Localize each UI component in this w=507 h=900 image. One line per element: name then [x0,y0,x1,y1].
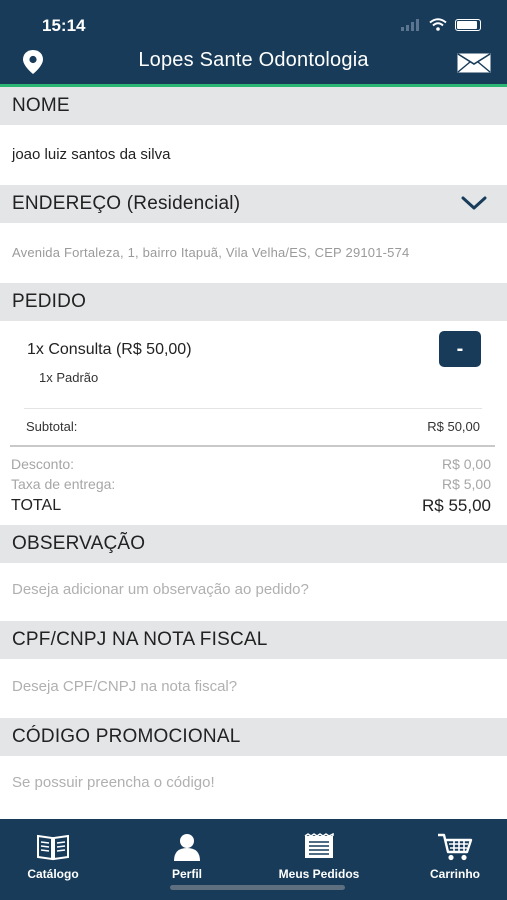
battery-icon [455,18,481,31]
home-indicator[interactable] [170,885,345,890]
status-time: 15:14 [42,16,86,35]
page-title: Lopes Sante Odontologia [138,49,369,71]
total-label: TOTAL [11,497,62,514]
section-header-endereco[interactable]: ENDEREÇO (Residencial) [0,185,507,223]
tab-perfil[interactable]: Perfil [132,833,242,881]
promo-code-input[interactable]: Se possuir preencha o código! [12,774,215,791]
envelope-icon[interactable] [457,53,491,78]
delivery-fee-value: R$ 5,00 [441,476,491,492]
tab-catalogo[interactable]: Catálogo [0,833,108,881]
divider [10,445,495,447]
user-icon [174,834,200,861]
receipt-icon [304,833,334,858]
tab-label: Perfil [171,867,202,881]
section-header-promo: CÓDIGO PROMOCIONAL [0,718,507,756]
subtotal-label: Subtotal: [26,419,78,434]
order-item-option: 1x Padrão [39,370,99,385]
section-header-observacao: OBSERVAÇÃO [0,525,507,563]
total-value: R$ 55,00 [422,496,491,515]
tab-label: Carrinho [429,867,480,881]
tab-label: Catálogo [27,867,79,881]
delivery-fee-label: Taxa de entrega: [11,476,116,492]
address-value: Avenida Fortaleza, 1, bairro Itapuã, Vil… [12,245,410,260]
section-header-nome: NOME [0,87,507,125]
book-icon [37,834,69,861]
tab-label: Meus Pedidos [278,867,360,881]
subtotal-value: R$ 50,00 [427,419,480,434]
discount-label: Desconto: [11,456,75,472]
tab-carrinho[interactable]: Carrinho [400,833,507,881]
wifi-icon [429,18,447,31]
customer-name: joao luiz santos da silva [12,146,171,163]
discount-value: R$ 0,00 [441,456,491,472]
chevron-down-icon[interactable] [461,195,487,216]
cellular-icon [401,18,419,31]
cpf-input[interactable]: Deseja CPF/CNPJ na nota fiscal? [12,678,237,695]
order-item-title: 1x Consulta (R$ 50,00) [27,341,192,358]
section-title-endereco: ENDEREÇO (Residencial) [12,193,241,214]
section-header-pedido: PEDIDO [0,283,507,321]
cart-icon [438,833,473,861]
app-header: 15:14 Lopes Sante Odontologia [0,0,507,87]
divider [24,408,482,409]
observation-input[interactable]: Deseja adicionar um observação ao pedido… [12,581,309,598]
section-header-cpf: CPF/CNPJ NA NOTA FISCAL [0,621,507,659]
status-indicators [401,18,481,31]
remove-item-button[interactable]: - [439,331,481,367]
tab-meus-pedidos[interactable]: Meus Pedidos [264,833,374,881]
